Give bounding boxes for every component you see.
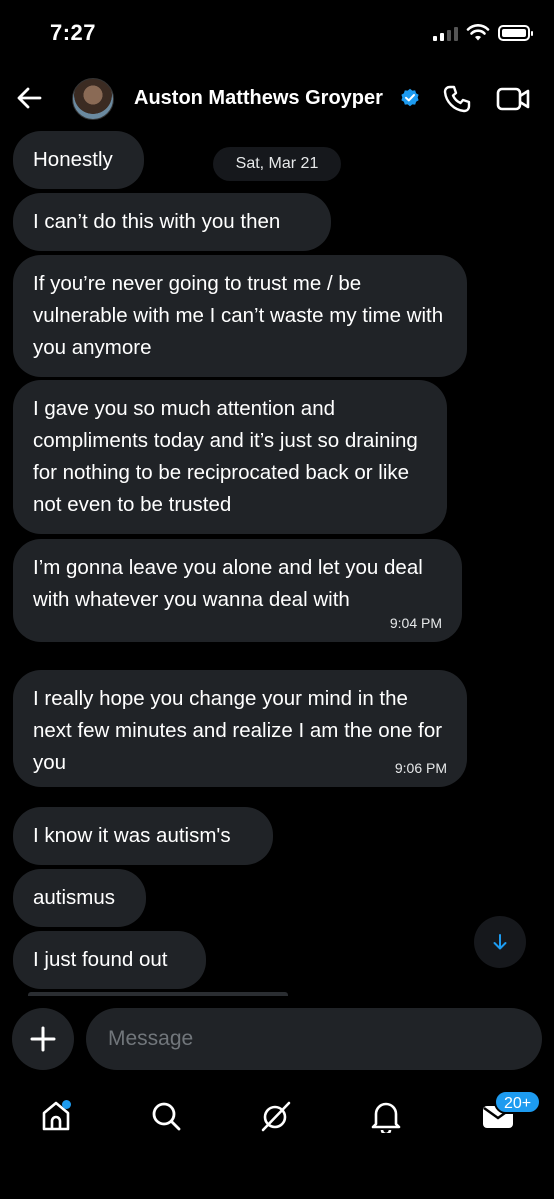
- search-icon: [152, 1102, 181, 1131]
- avatar[interactable]: [72, 78, 114, 120]
- back-arrow-icon[interactable]: [14, 83, 44, 113]
- arrow-down-icon: [493, 934, 507, 950]
- status-time: 7:27: [50, 20, 97, 45]
- bell-icon: [371, 1102, 401, 1133]
- message-bubble[interactable]: autismus: [13, 869, 146, 927]
- add-attachment-button[interactable]: [12, 1008, 74, 1070]
- scroll-to-bottom-button[interactable]: [474, 916, 526, 968]
- notification-dot: [62, 1100, 71, 1109]
- message-bubble[interactable]: I gave you so much attention and complim…: [13, 380, 447, 534]
- nav-grok[interactable]: [256, 1096, 296, 1136]
- nav-search[interactable]: [146, 1096, 186, 1136]
- message-bubble[interactable]: I can’t do this with you then: [13, 193, 331, 251]
- message-bubble[interactable]: I really hope you change your mind in th…: [13, 670, 467, 787]
- bottom-navigation: 20+: [0, 1086, 554, 1146]
- message-text: I’m gonna leave you alone and let you de…: [33, 556, 423, 611]
- plus-icon: [30, 1026, 56, 1052]
- video-call-icon[interactable]: [496, 85, 530, 113]
- message-bubble[interactable]: If you’re never going to trust me / be v…: [13, 255, 467, 377]
- messages-badge: 20+: [494, 1090, 542, 1114]
- nav-notifications[interactable]: [366, 1096, 406, 1136]
- status-bar: 7:27: [0, 0, 554, 70]
- message-bubble[interactable]: I know it was autism's: [13, 807, 273, 865]
- message-text: If you’re never going to trust me / be v…: [33, 272, 444, 359]
- message-text: I can’t do this with you then: [33, 210, 281, 233]
- message-text: I know it was autism's: [33, 824, 231, 847]
- message-bubble[interactable]: Honestly: [13, 131, 144, 189]
- message-bubble-partial: [28, 992, 288, 996]
- message-thread[interactable]: Honestly Sat, Mar 21 I can’t do this wit…: [0, 128, 554, 996]
- message-bubble[interactable]: I just found out: [13, 931, 206, 989]
- message-timestamp: 9:04 PM: [389, 615, 442, 631]
- phone-call-icon[interactable]: [442, 84, 472, 114]
- status-icons: [433, 24, 533, 42]
- contact-name[interactable]: Auston Matthews Groyper: [134, 87, 383, 110]
- message-input[interactable]: [86, 1008, 542, 1070]
- wifi-icon: [466, 24, 490, 41]
- nav-home[interactable]: [36, 1096, 76, 1136]
- message-text: I gave you so much attention and complim…: [33, 397, 418, 516]
- conversation-header: Auston Matthews Groyper: [0, 70, 554, 128]
- message-composer: [0, 1006, 554, 1072]
- date-separator: Sat, Mar 21: [213, 147, 341, 181]
- message-timestamp: 9:06 PM: [394, 760, 447, 776]
- battery-icon: [498, 25, 533, 41]
- message-text: Honestly: [33, 148, 113, 171]
- message-text: autismus: [33, 886, 116, 909]
- grok-icon: [261, 1101, 291, 1132]
- message-text: I just found out: [33, 948, 168, 971]
- message-bubble[interactable]: I’m gonna leave you alone and let you de…: [13, 539, 462, 642]
- cellular-signal-icon: [433, 25, 458, 41]
- verified-badge-icon: [401, 88, 419, 107]
